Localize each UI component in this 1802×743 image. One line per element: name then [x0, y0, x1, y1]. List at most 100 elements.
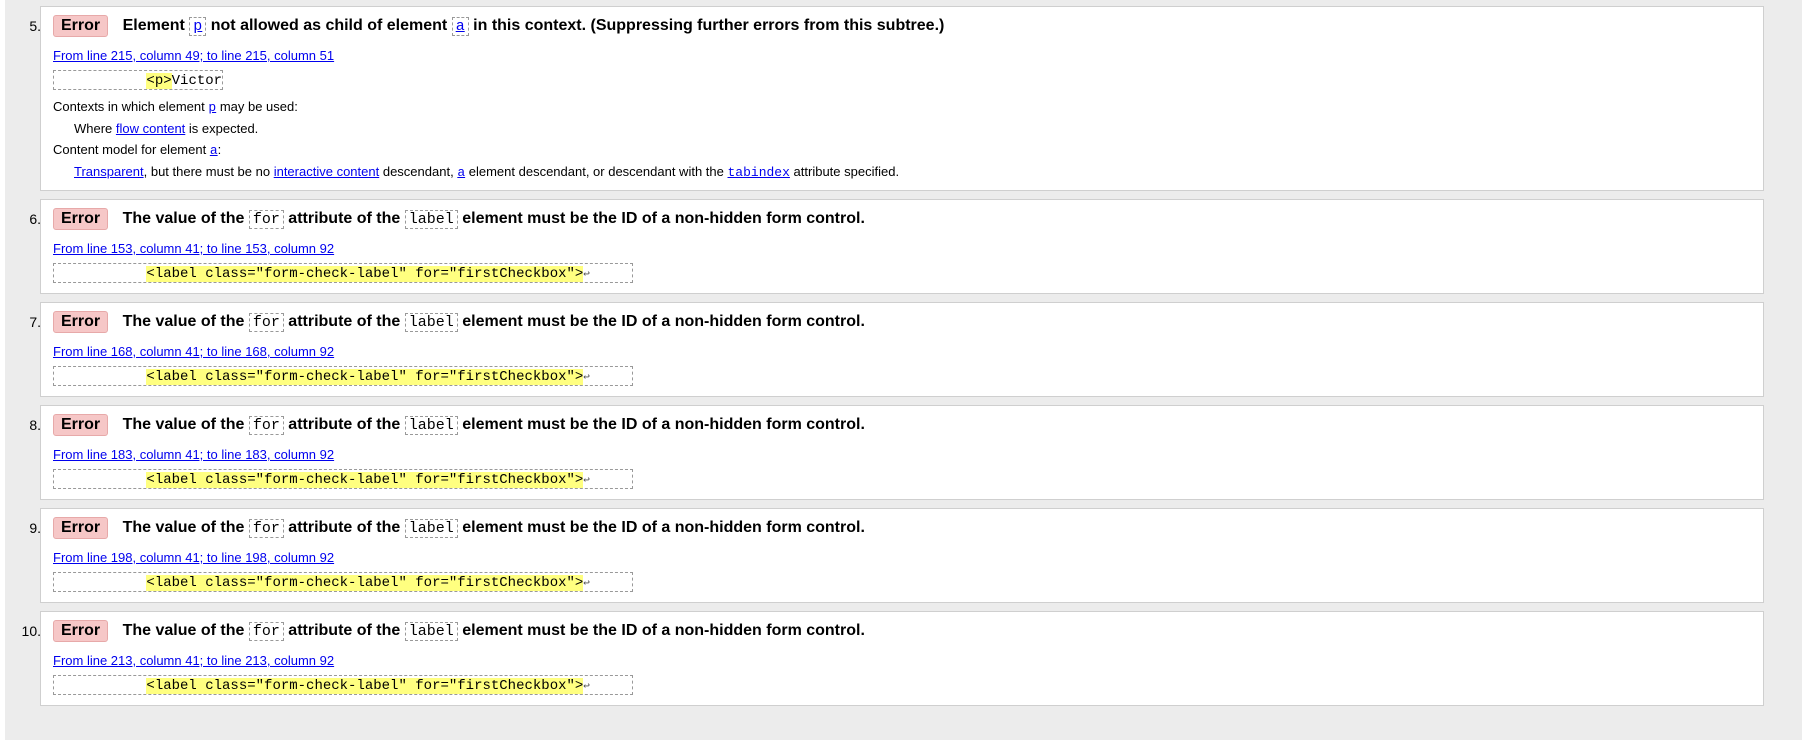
item-number: 8. — [29, 417, 41, 433]
message-text: The value of the — [122, 416, 245, 433]
location-link[interactable]: From line 198, column 41; to line 198, c… — [53, 550, 334, 565]
error-box: Error Element p not allowed as child of … — [40, 6, 1764, 191]
element-link[interactable]: p — [208, 99, 216, 115]
extract-highlight: <label class="form-check-label" for="fir… — [146, 575, 584, 591]
element-link[interactable]: a — [210, 142, 218, 158]
error-badge: Error — [53, 517, 109, 539]
model-text: descendant, — [382, 164, 454, 179]
element-code: label — [404, 622, 458, 641]
error-message: Error The value of the for attribute of … — [53, 208, 865, 230]
item-number: 9. — [29, 520, 41, 536]
message-text: attribute of the — [288, 622, 401, 639]
error-message: Error The value of the for attribute of … — [53, 620, 865, 642]
attribute-code: for — [248, 622, 284, 641]
element-code: p — [189, 17, 207, 36]
message-text: in this context. (Suppressing further er… — [473, 17, 945, 34]
message-text: The value of the — [122, 313, 245, 330]
location-link[interactable]: From line 215, column 49; to line 215, c… — [53, 48, 334, 63]
linefeed-icon: ↩ — [583, 475, 590, 487]
item-number: 7. — [29, 314, 41, 330]
contexts-info: Contexts in which element p may be used:… — [53, 96, 899, 183]
element-code: label — [404, 313, 458, 332]
tabindex-link[interactable]: tabindex — [728, 164, 790, 180]
code-extract: <label class="form-check-label" for="fir… — [53, 263, 633, 283]
contexts-where: Where — [74, 121, 113, 136]
contexts-end: is expected. — [188, 121, 259, 136]
extract-indent — [54, 266, 146, 282]
error-box: Error The value of the for attribute of … — [40, 302, 1764, 397]
extract-highlight: <label class="form-check-label" for="fir… — [146, 472, 584, 488]
item-number: 5. — [29, 18, 41, 34]
message-text: attribute of the — [288, 210, 401, 227]
item-number: 10. — [21, 623, 41, 639]
element-link[interactable]: a — [456, 18, 465, 35]
extract-highlight: <label class="form-check-label" for="fir… — [146, 369, 584, 385]
attribute-code: for — [248, 416, 284, 435]
message-text: attribute of the — [288, 519, 401, 536]
extract-highlight: <p> — [146, 73, 172, 89]
message-text: element must be the ID of a non-hidden f… — [462, 416, 865, 433]
model-colon: : — [217, 142, 222, 157]
model-label: Content model for element — [53, 142, 207, 157]
contexts-label: Contexts in which element — [53, 99, 205, 114]
linefeed-icon: ↩ — [583, 578, 590, 590]
location-link[interactable]: From line 183, column 41; to line 183, c… — [53, 447, 334, 462]
code-extract: <p>Victor — [53, 70, 223, 90]
attribute-code: for — [248, 313, 284, 332]
message-text: element must be the ID of a non-hidden f… — [462, 210, 865, 227]
message-text: The value of the — [122, 210, 245, 227]
error-box: Error The value of the for attribute of … — [40, 199, 1764, 294]
message-text: The value of the — [122, 519, 245, 536]
error-box: Error The value of the for attribute of … — [40, 508, 1764, 603]
extract-indent — [54, 472, 146, 488]
element-link[interactable]: p — [193, 18, 202, 35]
message-text: element must be the ID of a non-hidden f… — [462, 519, 865, 536]
code-extract: <label class="form-check-label" for="fir… — [53, 675, 633, 695]
flow-content-link[interactable]: flow content — [116, 121, 185, 136]
error-message: Error The value of the for attribute of … — [53, 311, 865, 333]
results-panel: 5. Error Element p not allowed as child … — [5, 0, 1802, 740]
code-extract: <label class="form-check-label" for="fir… — [53, 572, 633, 592]
code-extract: <label class="form-check-label" for="fir… — [53, 469, 633, 489]
error-badge: Error — [53, 311, 109, 333]
message-text: The value of the — [122, 622, 245, 639]
extract-indent — [54, 73, 146, 89]
extract-highlight: <label class="form-check-label" for="fir… — [146, 266, 584, 282]
extract-rest: Victor — [171, 73, 223, 89]
linefeed-icon: ↩ — [583, 372, 590, 384]
extract-indent — [54, 575, 146, 591]
model-text: , but there must be no — [143, 164, 271, 179]
interactive-content-link[interactable]: interactive content — [274, 164, 380, 179]
extract-highlight: <label class="form-check-label" for="fir… — [146, 678, 584, 694]
location-link[interactable]: From line 153, column 41; to line 153, c… — [53, 241, 334, 256]
error-box: Error The value of the for attribute of … — [40, 611, 1764, 706]
error-message: Error Element p not allowed as child of … — [53, 15, 944, 37]
attribute-code: for — [248, 519, 284, 538]
element-code: label — [404, 416, 458, 435]
code-extract: <label class="form-check-label" for="fir… — [53, 366, 633, 386]
element-code: label — [404, 519, 458, 538]
message-text: Element — [122, 17, 185, 34]
element-code: label — [404, 210, 458, 229]
error-message: Error The value of the for attribute of … — [53, 517, 865, 539]
message-text: element must be the ID of a non-hidden f… — [462, 622, 865, 639]
error-badge: Error — [53, 414, 109, 436]
linefeed-icon: ↩ — [583, 269, 590, 281]
message-text: attribute of the — [288, 416, 401, 433]
contexts-suffix: may be used: — [219, 99, 298, 114]
error-box: Error The value of the for attribute of … — [40, 405, 1764, 500]
extract-indent — [54, 369, 146, 385]
location-link[interactable]: From line 213, column 41; to line 213, c… — [53, 653, 334, 668]
linefeed-icon: ↩ — [583, 681, 590, 693]
error-badge: Error — [53, 208, 109, 230]
model-text: element descendant, or descendant with t… — [468, 164, 724, 179]
element-link[interactable]: a — [457, 164, 465, 180]
location-link[interactable]: From line 168, column 41; to line 168, c… — [53, 344, 334, 359]
attribute-code: for — [248, 210, 284, 229]
error-badge: Error — [53, 15, 109, 37]
extract-indent — [54, 678, 146, 694]
error-badge: Error — [53, 620, 109, 642]
error-message: Error The value of the for attribute of … — [53, 414, 865, 436]
transparent-link[interactable]: Transparent — [74, 164, 144, 179]
message-text: not allowed as child of element — [210, 17, 448, 34]
